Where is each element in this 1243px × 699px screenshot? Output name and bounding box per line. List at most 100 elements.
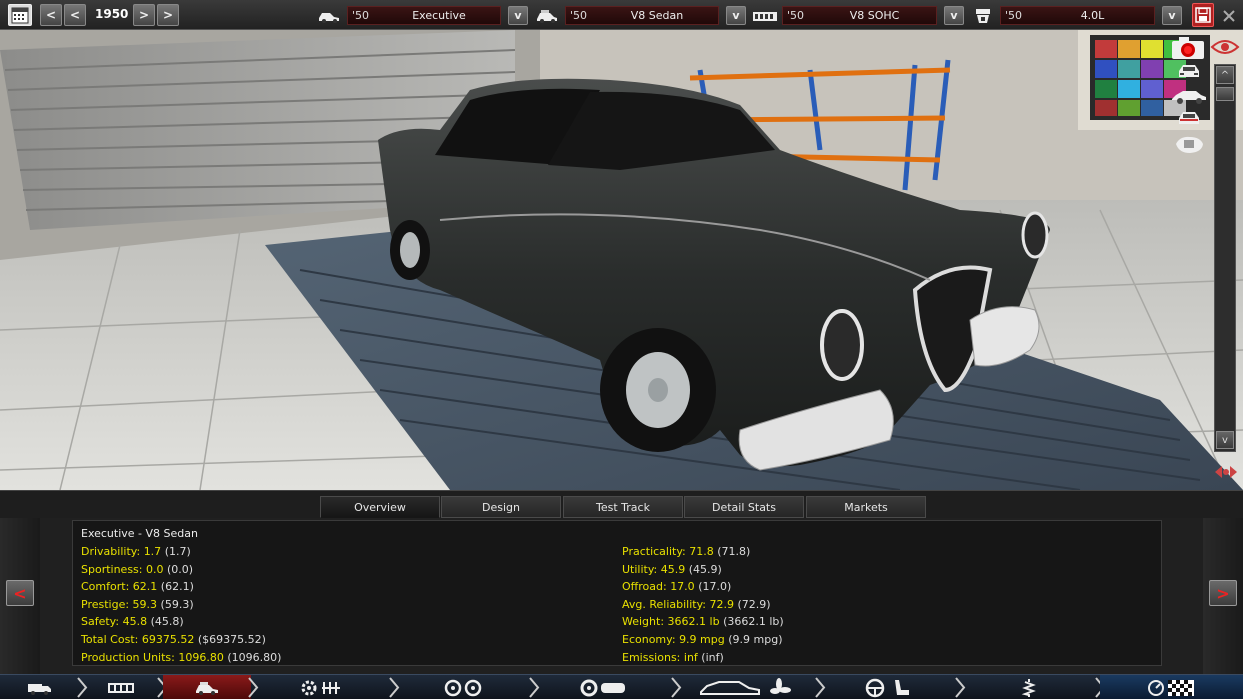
stat-value: 17.0 — [670, 580, 695, 594]
panel-tabs: Overview Design Test Track Detail Stats … — [0, 490, 1243, 518]
engine-block-icon — [752, 7, 778, 24]
stat-label: Total Cost: — [81, 633, 139, 646]
car-rear-view-icon[interactable] — [1174, 110, 1204, 128]
displacement-year: '50 — [1005, 9, 1023, 22]
camera-icon[interactable] — [1170, 35, 1206, 61]
scroll-up-button[interactable]: ^ — [1216, 66, 1234, 84]
displacement-field[interactable]: '50 4.0L — [1000, 6, 1155, 25]
engine-gear-icon — [300, 679, 344, 697]
truck-icon — [27, 681, 53, 695]
stat-row: Production Units: 1096.80 (1096.80) — [81, 651, 281, 664]
tab-detail-stats[interactable]: Detail Stats — [684, 496, 804, 518]
tab-test-track[interactable]: Test Track — [563, 496, 683, 518]
nav-segment[interactable] — [82, 675, 160, 699]
suspension-icon — [1017, 678, 1041, 698]
stat-row: Emissions: inf (inf) — [622, 651, 724, 664]
car-fan-icon — [699, 677, 795, 698]
scroll-down-button[interactable]: v — [1216, 431, 1234, 449]
steering-seat-icon — [865, 678, 913, 698]
stat-value: 0.0 — [146, 562, 164, 576]
stat-label: Drivability: — [81, 545, 141, 558]
stat-label: Practicality: — [622, 545, 686, 558]
engine-dropdown-button[interactable]: v — [944, 6, 964, 25]
car-side-view-icon[interactable] — [1170, 87, 1208, 105]
nav-segment[interactable] — [395, 675, 532, 699]
model-field[interactable]: '50 Executive — [347, 6, 501, 25]
stat-value: inf — [683, 650, 698, 664]
year-display: 1950 — [95, 7, 129, 21]
next-panel-button[interactable]: > — [1209, 580, 1237, 606]
next-year-button[interactable]: > — [133, 4, 155, 26]
nav-segment[interactable] — [1100, 675, 1243, 699]
stat-previous-value: (45.8) — [150, 615, 184, 629]
stat-value: 1.7 — [143, 545, 162, 558]
trim-field[interactable]: '50 V8 Sedan — [565, 6, 719, 25]
displacement-dropdown-button[interactable]: v — [1162, 6, 1182, 25]
stat-value: 45.9 — [660, 562, 686, 576]
stat-previous-value: (0.0) — [167, 562, 194, 576]
engine-year: '50 — [787, 9, 805, 22]
nav-segment[interactable] — [0, 675, 80, 699]
overview-panel: < > Executive - V8 Sedan Drivability: 1.… — [0, 518, 1243, 674]
stat-row: Total Cost: 69375.52 ($69375.52) — [81, 633, 266, 646]
finish-flag-icon — [1147, 678, 1196, 698]
scroll-thumb[interactable] — [1216, 87, 1234, 101]
stat-row: Sportiness: 0.0 (0.0) — [81, 563, 193, 576]
stat-previous-value: ($69375.52) — [197, 633, 266, 646]
stat-value: 9.9 mpg — [679, 633, 725, 646]
stats-box: Executive - V8 Sedan Drivability: 1.7 (1… — [72, 520, 1162, 666]
stat-label: Safety: — [81, 615, 120, 629]
stat-row: Comfort: 62.1 (62.1) — [81, 580, 194, 593]
displacement-name: 4.0L — [1080, 9, 1105, 22]
stats-title: Executive - V8 Sedan — [81, 527, 198, 540]
stat-previous-value: (45.9) — [688, 562, 722, 576]
stat-value: 71.8 — [689, 545, 714, 558]
close-icon[interactable] — [1217, 7, 1241, 24]
stat-label: Economy: — [622, 633, 676, 646]
stat-value: 69375.52 — [141, 633, 195, 646]
nav-segment[interactable] — [252, 675, 392, 699]
car-trim-icon — [534, 7, 560, 24]
stat-value: 45.8 — [122, 615, 148, 629]
prev-year-fast-button[interactable]: < — [40, 4, 62, 26]
resize-handle-icon[interactable] — [1212, 462, 1240, 482]
view-scrollbar[interactable]: ^ v — [1214, 64, 1236, 452]
model-dropdown-button[interactable]: v — [508, 6, 528, 25]
stat-row: Drivability: 1.7 (1.7) — [81, 545, 191, 558]
car-top-view-icon[interactable] — [1172, 134, 1206, 156]
stat-value: 59.3 — [132, 597, 158, 611]
tab-markets[interactable]: Markets — [806, 496, 926, 518]
floppy-disk-icon[interactable] — [1192, 3, 1214, 27]
stat-previous-value: (17.0) — [698, 580, 732, 594]
stat-row: Economy: 9.9 mpg (9.9 mpg) — [622, 633, 783, 646]
engine-name: V8 SOHC — [849, 9, 900, 22]
stat-previous-value: (1.7) — [164, 545, 191, 558]
nav-segment[interactable] — [820, 675, 958, 699]
trim-dropdown-button[interactable]: v — [726, 6, 746, 25]
next-year-fast-button[interactable]: > — [157, 4, 179, 26]
car-front-view-icon[interactable] — [1174, 63, 1204, 81]
model-name: Executive — [412, 9, 466, 22]
stat-row: Offroad: 17.0 (17.0) — [622, 580, 731, 593]
stat-previous-value: (1096.80) — [227, 650, 282, 664]
stat-label: Comfort: — [81, 580, 130, 594]
stat-previous-value: (72.9) — [737, 597, 771, 611]
prev-panel-button[interactable]: < — [6, 580, 34, 606]
engine-field[interactable]: '50 V8 SOHC — [782, 6, 937, 25]
nav-segment[interactable] — [534, 675, 674, 699]
trim-name: V8 Sedan — [630, 9, 684, 22]
stat-row: Prestige: 59.3 (59.3) — [81, 598, 194, 611]
stat-value: 3662.1 lb — [667, 615, 720, 629]
stat-previous-value: (3662.1 lb) — [723, 615, 784, 629]
nav-segment[interactable] — [676, 675, 818, 699]
stat-label: Prestige: — [81, 597, 130, 611]
tab-design[interactable]: Design — [441, 496, 561, 518]
nav-segment[interactable] — [960, 675, 1098, 699]
tab-overview[interactable]: Overview — [320, 496, 440, 518]
brakes-icon — [579, 679, 629, 697]
eye-icon[interactable] — [1210, 38, 1240, 56]
car-viewport[interactable]: ^ v — [0, 30, 1243, 490]
nav-segment[interactable] — [163, 675, 251, 699]
calendar-icon[interactable] — [8, 4, 32, 26]
prev-year-button[interactable]: < — [64, 4, 86, 26]
